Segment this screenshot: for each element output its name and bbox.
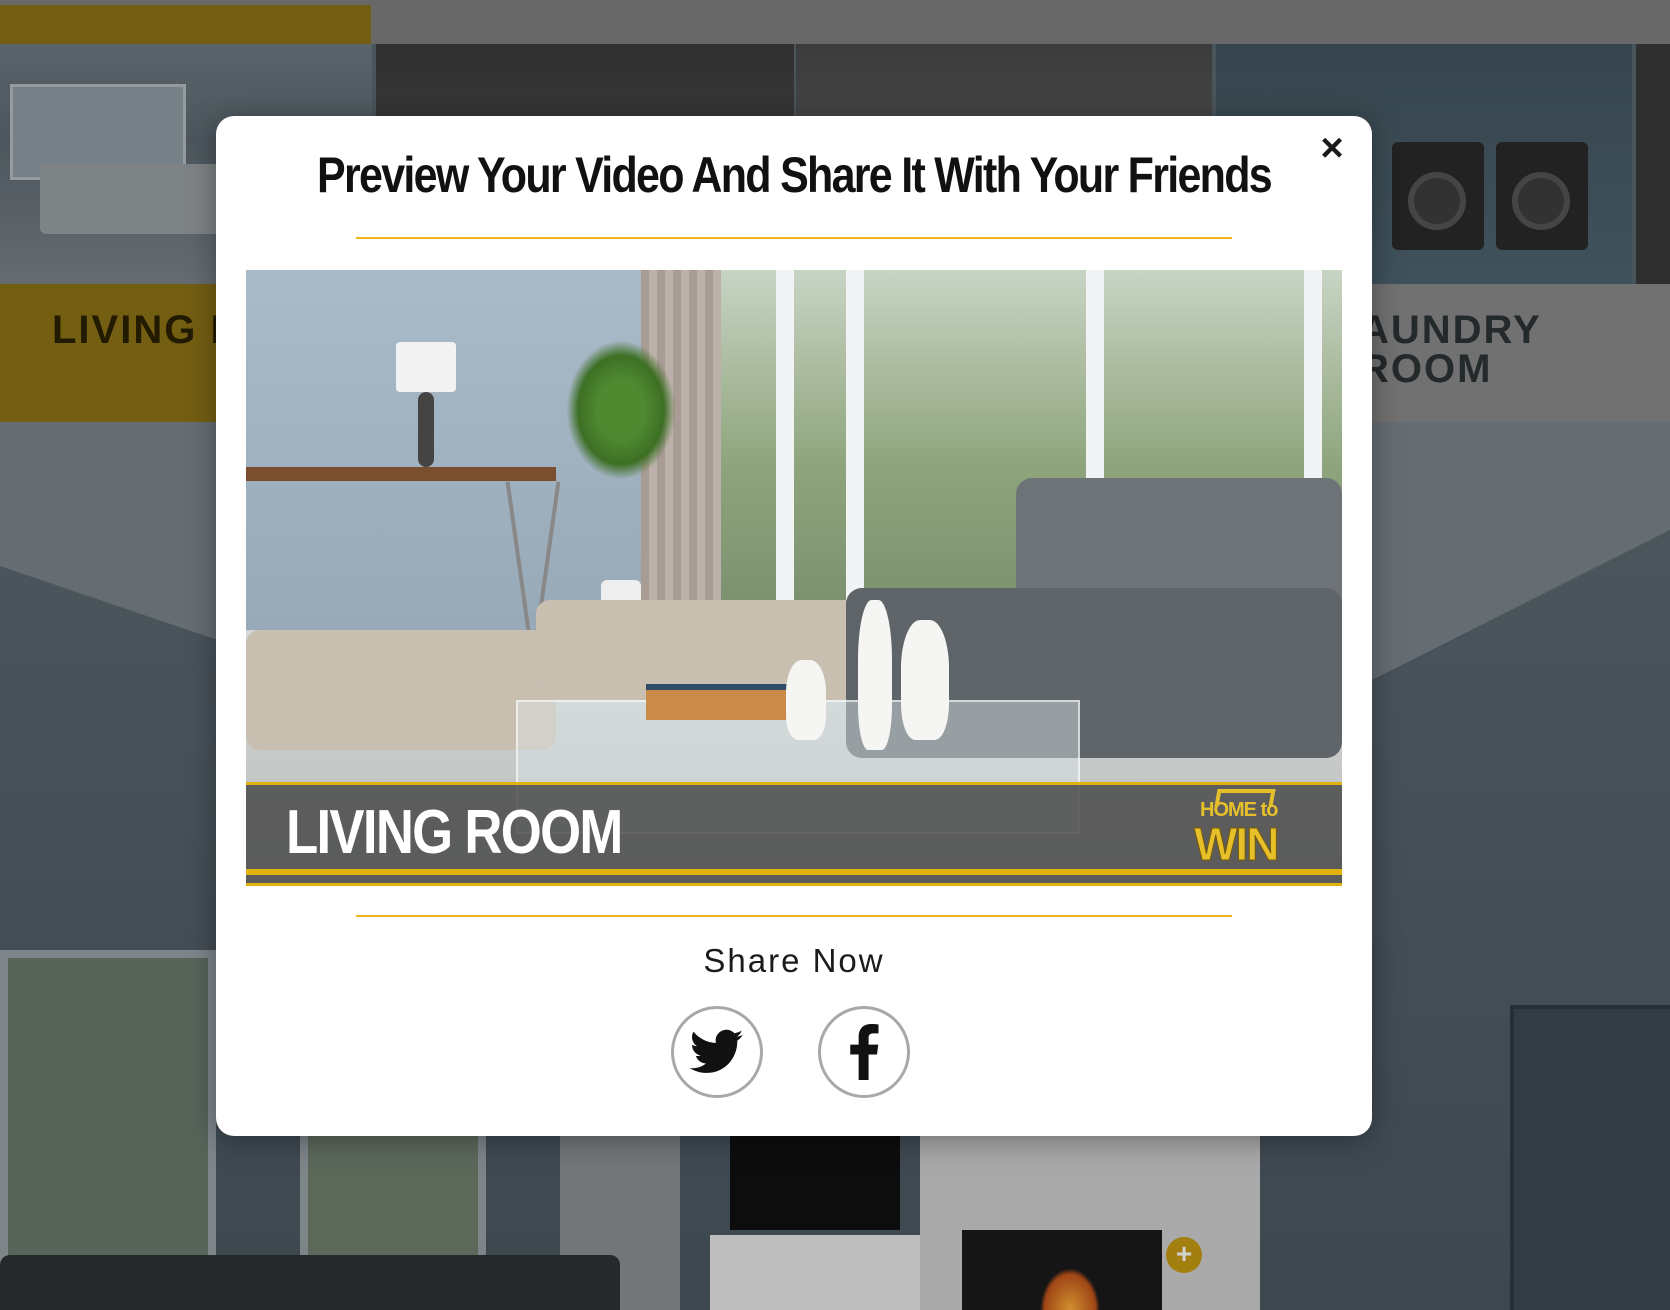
facebook-icon — [850, 1024, 879, 1080]
modal-title: Preview Your Video And Share It With You… — [317, 147, 1273, 203]
twitter-icon — [690, 1029, 744, 1073]
lower-third-accent — [246, 869, 1342, 875]
twitter-share-button[interactable] — [671, 1006, 763, 1098]
share-divider — [356, 915, 1232, 917]
title-divider — [356, 237, 1232, 239]
video-window-frame — [776, 270, 794, 600]
video-books — [646, 684, 796, 720]
home-to-win-logo: HOME to WIN — [1192, 789, 1304, 871]
logo-win-text: WIN — [1193, 818, 1279, 871]
video-room-label: LIVING ROOM — [286, 798, 623, 867]
video-lamp-base — [418, 392, 434, 467]
facebook-share-button[interactable] — [818, 1006, 910, 1098]
video-plant — [566, 340, 676, 480]
video-lamp — [396, 342, 456, 392]
share-video-modal: × Preview Your Video And Share It With Y… — [216, 116, 1372, 1136]
share-title: Share Now — [703, 942, 885, 979]
video-vase — [786, 660, 826, 740]
close-icon[interactable]: × — [1312, 128, 1352, 168]
video-vase — [858, 600, 892, 750]
video-lower-third: LIVING ROOM HOME to WIN — [246, 782, 1342, 886]
video-console-table — [246, 467, 556, 481]
video-preview[interactable]: LIVING ROOM HOME to WIN — [246, 270, 1342, 886]
video-vase — [901, 620, 949, 740]
video-window-frame — [846, 270, 864, 600]
video-ottoman — [246, 630, 556, 750]
